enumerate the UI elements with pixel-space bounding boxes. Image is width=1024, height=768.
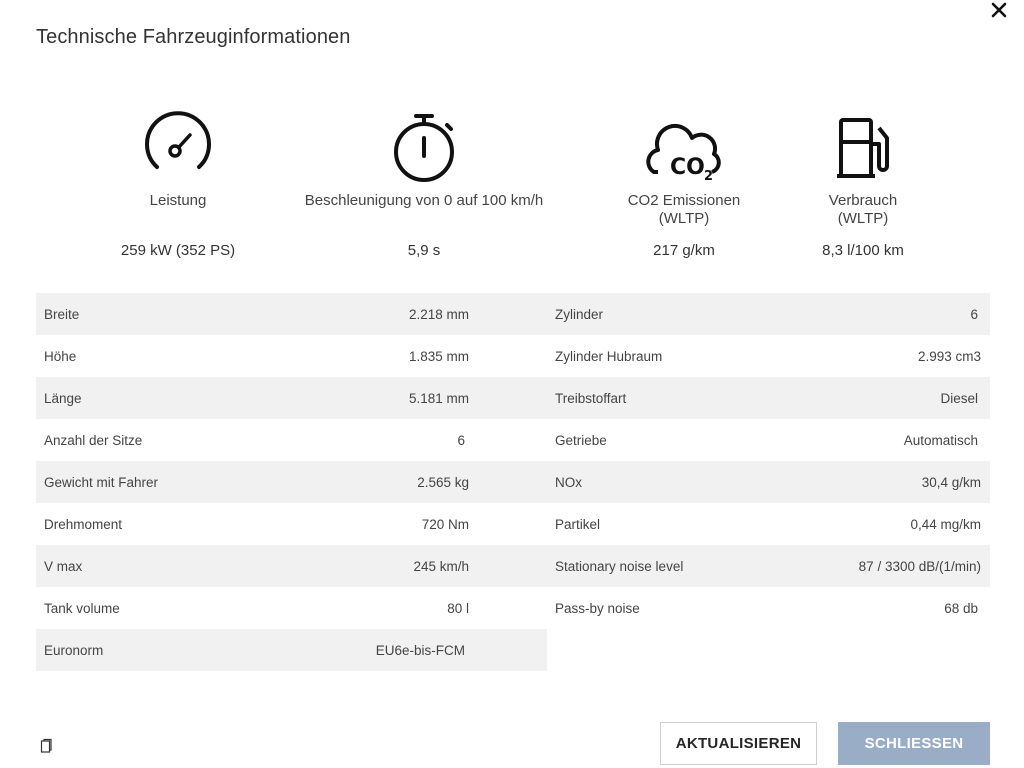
kpi-consumption: Verbrauch (WLTP) 8,3 l/100 km <box>783 108 943 259</box>
spec-key: Gewicht mit Fahrer <box>44 474 159 490</box>
kpi-label: Beschleunigung von 0 auf 100 km/h <box>304 192 544 209</box>
spec-key: Breite <box>44 306 80 322</box>
spec-key: Treibstoffart <box>555 390 627 406</box>
spec-value: EU6e-bis-FCM <box>375 642 465 658</box>
spec-key: NOx <box>555 474 582 490</box>
co2-cloud-icon: CO 2 <box>646 124 721 184</box>
spec-value: 2.218 mm <box>408 306 469 322</box>
spec-row: Tank volume 80 l <box>36 587 547 629</box>
spec-row: Pass-by noise 68 db <box>547 587 990 629</box>
spec-row: Zylinder 6 <box>547 293 990 335</box>
spec-key: Zylinder Hubraum <box>555 348 663 364</box>
spec-row: Gewicht mit Fahrer 2.565 kg <box>36 461 547 503</box>
spec-value: 720 Nm <box>421 516 469 532</box>
spec-row: Treibstoffart Diesel <box>547 377 990 419</box>
speedometer-icon <box>145 111 211 169</box>
spec-row: Anzahl der Sitze 6 <box>36 419 547 461</box>
spec-row: Zylinder Hubraum 2.993 cm3 <box>547 335 990 377</box>
spec-value: 6 <box>970 306 978 322</box>
spec-key: Höhe <box>44 348 77 364</box>
spec-row: Drehmoment 720 Nm <box>36 503 547 545</box>
dialog-title: Technische Fahrzeuginformationen <box>36 26 351 48</box>
spec-value: 2.993 cm3 <box>917 348 981 364</box>
spec-key: Länge <box>44 390 82 406</box>
spec-value: 0,44 mg/km <box>910 516 981 532</box>
spec-row: Länge 5.181 mm <box>36 377 547 419</box>
stopwatch-icon <box>394 114 454 182</box>
spec-key: Partikel <box>555 516 601 532</box>
spec-value: 68 db <box>944 600 978 616</box>
spec-key: Getriebe <box>555 432 607 448</box>
vehicle-info-dialog: Technische Fahrzeuginformationen Leistun… <box>0 0 1024 768</box>
svg-text:CO: CO <box>670 155 705 180</box>
spec-value: 5.181 mm <box>408 390 469 406</box>
spec-row: Euronorm EU6e-bis-FCM <box>36 629 547 671</box>
spec-key: Stationary noise level <box>555 558 684 574</box>
spec-value: 80 l <box>447 600 469 616</box>
kpi-power: Leistung 259 kW (352 PS) <box>98 108 258 259</box>
spec-key: Tank volume <box>44 600 120 616</box>
refresh-button[interactable]: AKTUALISIEREN <box>660 722 817 765</box>
kpi-acceleration: Beschleunigung von 0 auf 100 km/h 5,9 s <box>294 108 554 259</box>
spec-key: Anzahl der Sitze <box>44 432 143 448</box>
spec-value: 1.835 mm <box>408 348 469 364</box>
svg-text:2: 2 <box>704 169 713 184</box>
spec-row: Getriebe Automatisch <box>547 419 990 461</box>
spec-value: 6 <box>457 432 465 448</box>
kpi-value: 217 g/km <box>653 242 715 259</box>
spec-value: 30,4 g/km <box>921 474 981 490</box>
spec-row: Stationary noise level 87 / 3300 dB/(1/mi… <box>547 545 990 587</box>
spec-row: NOx 30,4 g/km <box>547 461 990 503</box>
specs-table-left: Breite 2.218 mm Höhe 1.835 mm Länge 5.181 m… <box>36 293 547 671</box>
spec-value: 87 / 3300 dB/(1/min) <box>858 558 981 574</box>
spec-value: 245 km/h <box>413 558 469 574</box>
kpi-value: 5,9 s <box>407 242 441 259</box>
close-icon[interactable] <box>988 0 1010 21</box>
document-icon[interactable] <box>40 738 52 754</box>
spec-row: V max 245 km/h <box>36 545 547 587</box>
specs-table-right: Zylinder 6 Zylinder Hubraum 2.993 cm3 Trei… <box>547 293 990 629</box>
spec-key: Pass-by noise <box>555 600 640 616</box>
kpi-co2: CO 2 CO2 Emissionen (WLTP) 217 g/km <box>604 108 764 259</box>
spec-key: Drehmoment <box>44 516 123 532</box>
kpi-value: 259 kW (352 PS) <box>120 242 236 259</box>
kpi-label: Verbrauch (WLTP) <box>828 192 898 227</box>
spec-value: Diesel <box>940 390 978 406</box>
spec-value: Automatisch <box>903 432 978 448</box>
spec-key: V max <box>44 558 83 574</box>
fuel-pump-icon <box>837 118 889 178</box>
kpi-value: 8,3 l/100 km <box>822 242 904 259</box>
spec-value: 2.565 kg <box>417 474 469 490</box>
kpi-section: Leistung 259 kW (352 PS) Beschleunigung … <box>0 108 1024 268</box>
spec-row: Breite 2.218 mm <box>36 293 547 335</box>
spec-row: Partikel 0,44 mg/km <box>547 503 990 545</box>
kpi-label: CO2 Emissionen (WLTP) <box>627 192 741 227</box>
kpi-label: Leistung <box>149 192 207 209</box>
spec-row: Höhe 1.835 mm <box>36 335 547 377</box>
spec-key: Euronorm <box>44 642 104 658</box>
close-dialog-button[interactable]: SCHLIESSEN <box>838 722 990 765</box>
spec-key: Zylinder <box>555 306 604 322</box>
